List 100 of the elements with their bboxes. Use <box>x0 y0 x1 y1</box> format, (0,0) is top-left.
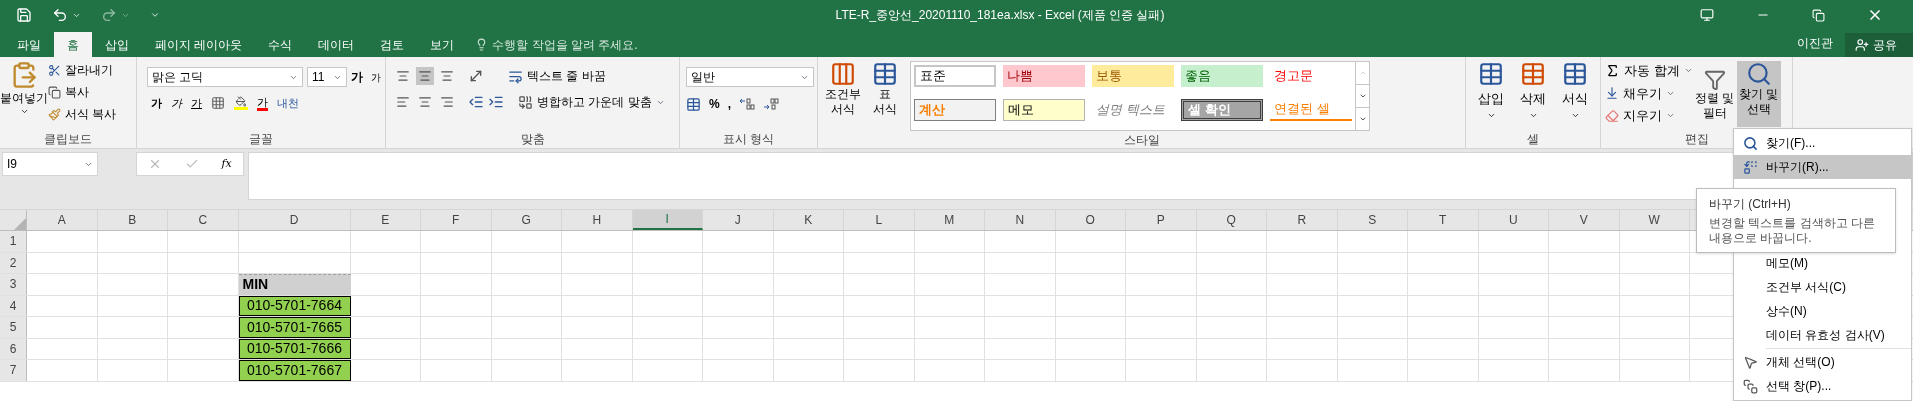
format-painter-button[interactable]: 서식 복사 <box>48 105 117 123</box>
column-header[interactable]: A <box>27 210 98 230</box>
column-header[interactable]: L <box>844 210 915 230</box>
italic-button[interactable]: 가 <box>171 95 182 112</box>
close-icon[interactable] <box>1867 7 1883 23</box>
decrease-indent-icon[interactable] <box>468 94 484 110</box>
menu-item[interactable]: 데이터 유효성 검사(V) <box>1734 323 1911 347</box>
font-name-dropdown[interactable]: 맑은 고딕 <box>147 67 303 87</box>
redo-icon[interactable] <box>101 7 117 23</box>
row-header[interactable]: 2 <box>0 252 27 273</box>
row-header[interactable]: 7 <box>0 360 27 381</box>
increase-indent-icon[interactable] <box>488 94 504 110</box>
column-header[interactable]: D <box>238 210 351 230</box>
tell-me-field[interactable]: 수행할 작업을 알려 주세요. <box>492 35 693 54</box>
bold-button[interactable]: 가 <box>151 95 162 112</box>
undo-icon[interactable] <box>52 7 68 23</box>
phonetic-button[interactable]: 내천 <box>277 97 299 110</box>
restore-icon[interactable] <box>1812 8 1825 22</box>
cell-style-swatch[interactable]: 메모 <box>1003 99 1085 121</box>
row-header[interactable]: 3 <box>0 274 27 295</box>
shrink-font-button[interactable]: 가 <box>371 69 381 85</box>
insert-function-button[interactable]: fx <box>221 155 232 173</box>
column-header[interactable]: K <box>773 210 844 230</box>
insert-cells-button[interactable]: 삽입 <box>1470 61 1512 130</box>
column-header[interactable]: I <box>632 210 703 230</box>
increase-decimal-icon[interactable] <box>739 97 755 111</box>
cell-style-swatch[interactable]: 표준 <box>914 65 996 87</box>
cut-button[interactable]: 잘라내기 <box>48 61 117 79</box>
menu-item[interactable]: 상수(N) <box>1734 299 1911 323</box>
column-header[interactable]: B <box>97 210 168 230</box>
column-header[interactable]: S <box>1337 210 1408 230</box>
ribbon-tab[interactable]: 보기 <box>417 32 468 57</box>
table-icon <box>872 61 898 87</box>
fill-button[interactable]: 채우기 <box>1605 83 1693 103</box>
customize-icon[interactable] <box>150 10 160 20</box>
ribbon-tab[interactable]: 데이터 <box>305 32 368 57</box>
ribbon-tab[interactable]: 수식 <box>255 32 306 57</box>
row-header[interactable]: 4 <box>0 295 27 316</box>
name-box[interactable]: I9 <box>2 152 98 176</box>
column-header[interactable]: M <box>914 210 985 230</box>
conditional-format-button[interactable]: 조건부 서식 <box>822 61 864 131</box>
column-header[interactable]: T <box>1408 210 1479 230</box>
row-header[interactable]: 1 <box>0 231 27 252</box>
column-header[interactable]: O <box>1055 210 1126 230</box>
comma-button[interactable]: , <box>727 95 731 113</box>
column-header[interactable]: H <box>562 210 633 230</box>
format-cells-button[interactable]: 서식 <box>1554 61 1596 130</box>
underline-button[interactable]: 가 <box>191 95 202 112</box>
table-icon <box>1520 61 1546 87</box>
column-header[interactable]: V <box>1549 210 1620 230</box>
column-header[interactable]: N <box>985 210 1056 230</box>
menu-item[interactable]: 찾기(F)... <box>1734 131 1911 155</box>
menu-item[interactable]: 조건부 서식(C) <box>1734 275 1911 299</box>
save-icon[interactable] <box>16 7 32 23</box>
decrease-decimal-icon[interactable] <box>763 97 779 111</box>
sort-filter-button[interactable]: 정렬 및 필터 <box>1692 69 1737 130</box>
share-button[interactable]: 공유 <box>1845 33 1913 57</box>
column-header[interactable]: U <box>1478 210 1549 230</box>
font-size-dropdown[interactable]: 11 <box>307 67 347 87</box>
ribbon-tab[interactable]: 홈 <box>54 32 92 57</box>
middle-align-icon[interactable] <box>416 67 434 85</box>
find-select-button[interactable]: 찾기 및 선택 <box>1736 61 1781 127</box>
autosum-button[interactable]: 자동 합계 <box>1605 61 1693 81</box>
font-color-button[interactable]: 가 <box>257 95 268 111</box>
row-header[interactable]: 5 <box>0 317 27 338</box>
column-header[interactable]: C <box>168 210 239 230</box>
ribbon-tab[interactable]: 파일 <box>4 32 54 57</box>
column-header[interactable]: G <box>491 210 562 230</box>
ribbon-tab[interactable]: 삽입 <box>92 32 142 57</box>
grow-font-button[interactable]: 가 <box>351 68 363 86</box>
format-as-table-button[interactable]: 표 서식 <box>864 61 906 131</box>
column-header[interactable]: E <box>350 210 421 230</box>
ribbon-tab[interactable]: 페이지 레이아웃 <box>142 32 256 57</box>
column-header[interactable]: W <box>1619 210 1690 230</box>
clear-button[interactable]: 지우기 <box>1605 106 1693 126</box>
column-header[interactable]: Q <box>1196 210 1267 230</box>
cell-style-swatch[interactable]: 나쁨 <box>1003 65 1085 87</box>
menu-item[interactable]: 바꾸기(R)... <box>1734 155 1911 179</box>
wrap-text-button[interactable]: 텍스트 줄 바꿈 <box>508 67 606 85</box>
percent-button[interactable]: % <box>709 95 720 113</box>
fill-color-icon[interactable] <box>234 96 248 111</box>
ribbon-tab[interactable]: 검토 <box>367 32 418 57</box>
menu-item[interactable]: 선택 창(P)... <box>1734 374 1911 398</box>
cell-style-swatch[interactable]: 좋음 <box>1181 65 1263 87</box>
menu-item[interactable]: 메모(M) <box>1734 251 1911 275</box>
orientation-icon[interactable] <box>468 68 484 84</box>
borders-icon[interactable] <box>211 96 225 111</box>
accounting-format-icon[interactable] <box>686 96 701 112</box>
menu-item[interactable]: 개체 선택(O) <box>1734 350 1911 374</box>
copy-button[interactable]: 복사 <box>48 83 117 101</box>
ribbon-display-icon[interactable] <box>1700 8 1714 22</box>
column-header[interactable]: F <box>421 210 492 230</box>
row-header[interactable]: 6 <box>0 338 27 359</box>
merge-center-button[interactable]: 병합하고 가운데 맞춤 <box>518 93 665 111</box>
column-header[interactable]: P <box>1126 210 1197 230</box>
number-format-dropdown[interactable]: 일반 <box>686 67 814 87</box>
column-header[interactable]: R <box>1267 210 1338 230</box>
cell-style-swatch[interactable]: 보통 <box>1092 65 1174 87</box>
delete-cells-button[interactable]: 삭제 <box>1512 61 1554 130</box>
column-header[interactable]: J <box>703 210 774 230</box>
